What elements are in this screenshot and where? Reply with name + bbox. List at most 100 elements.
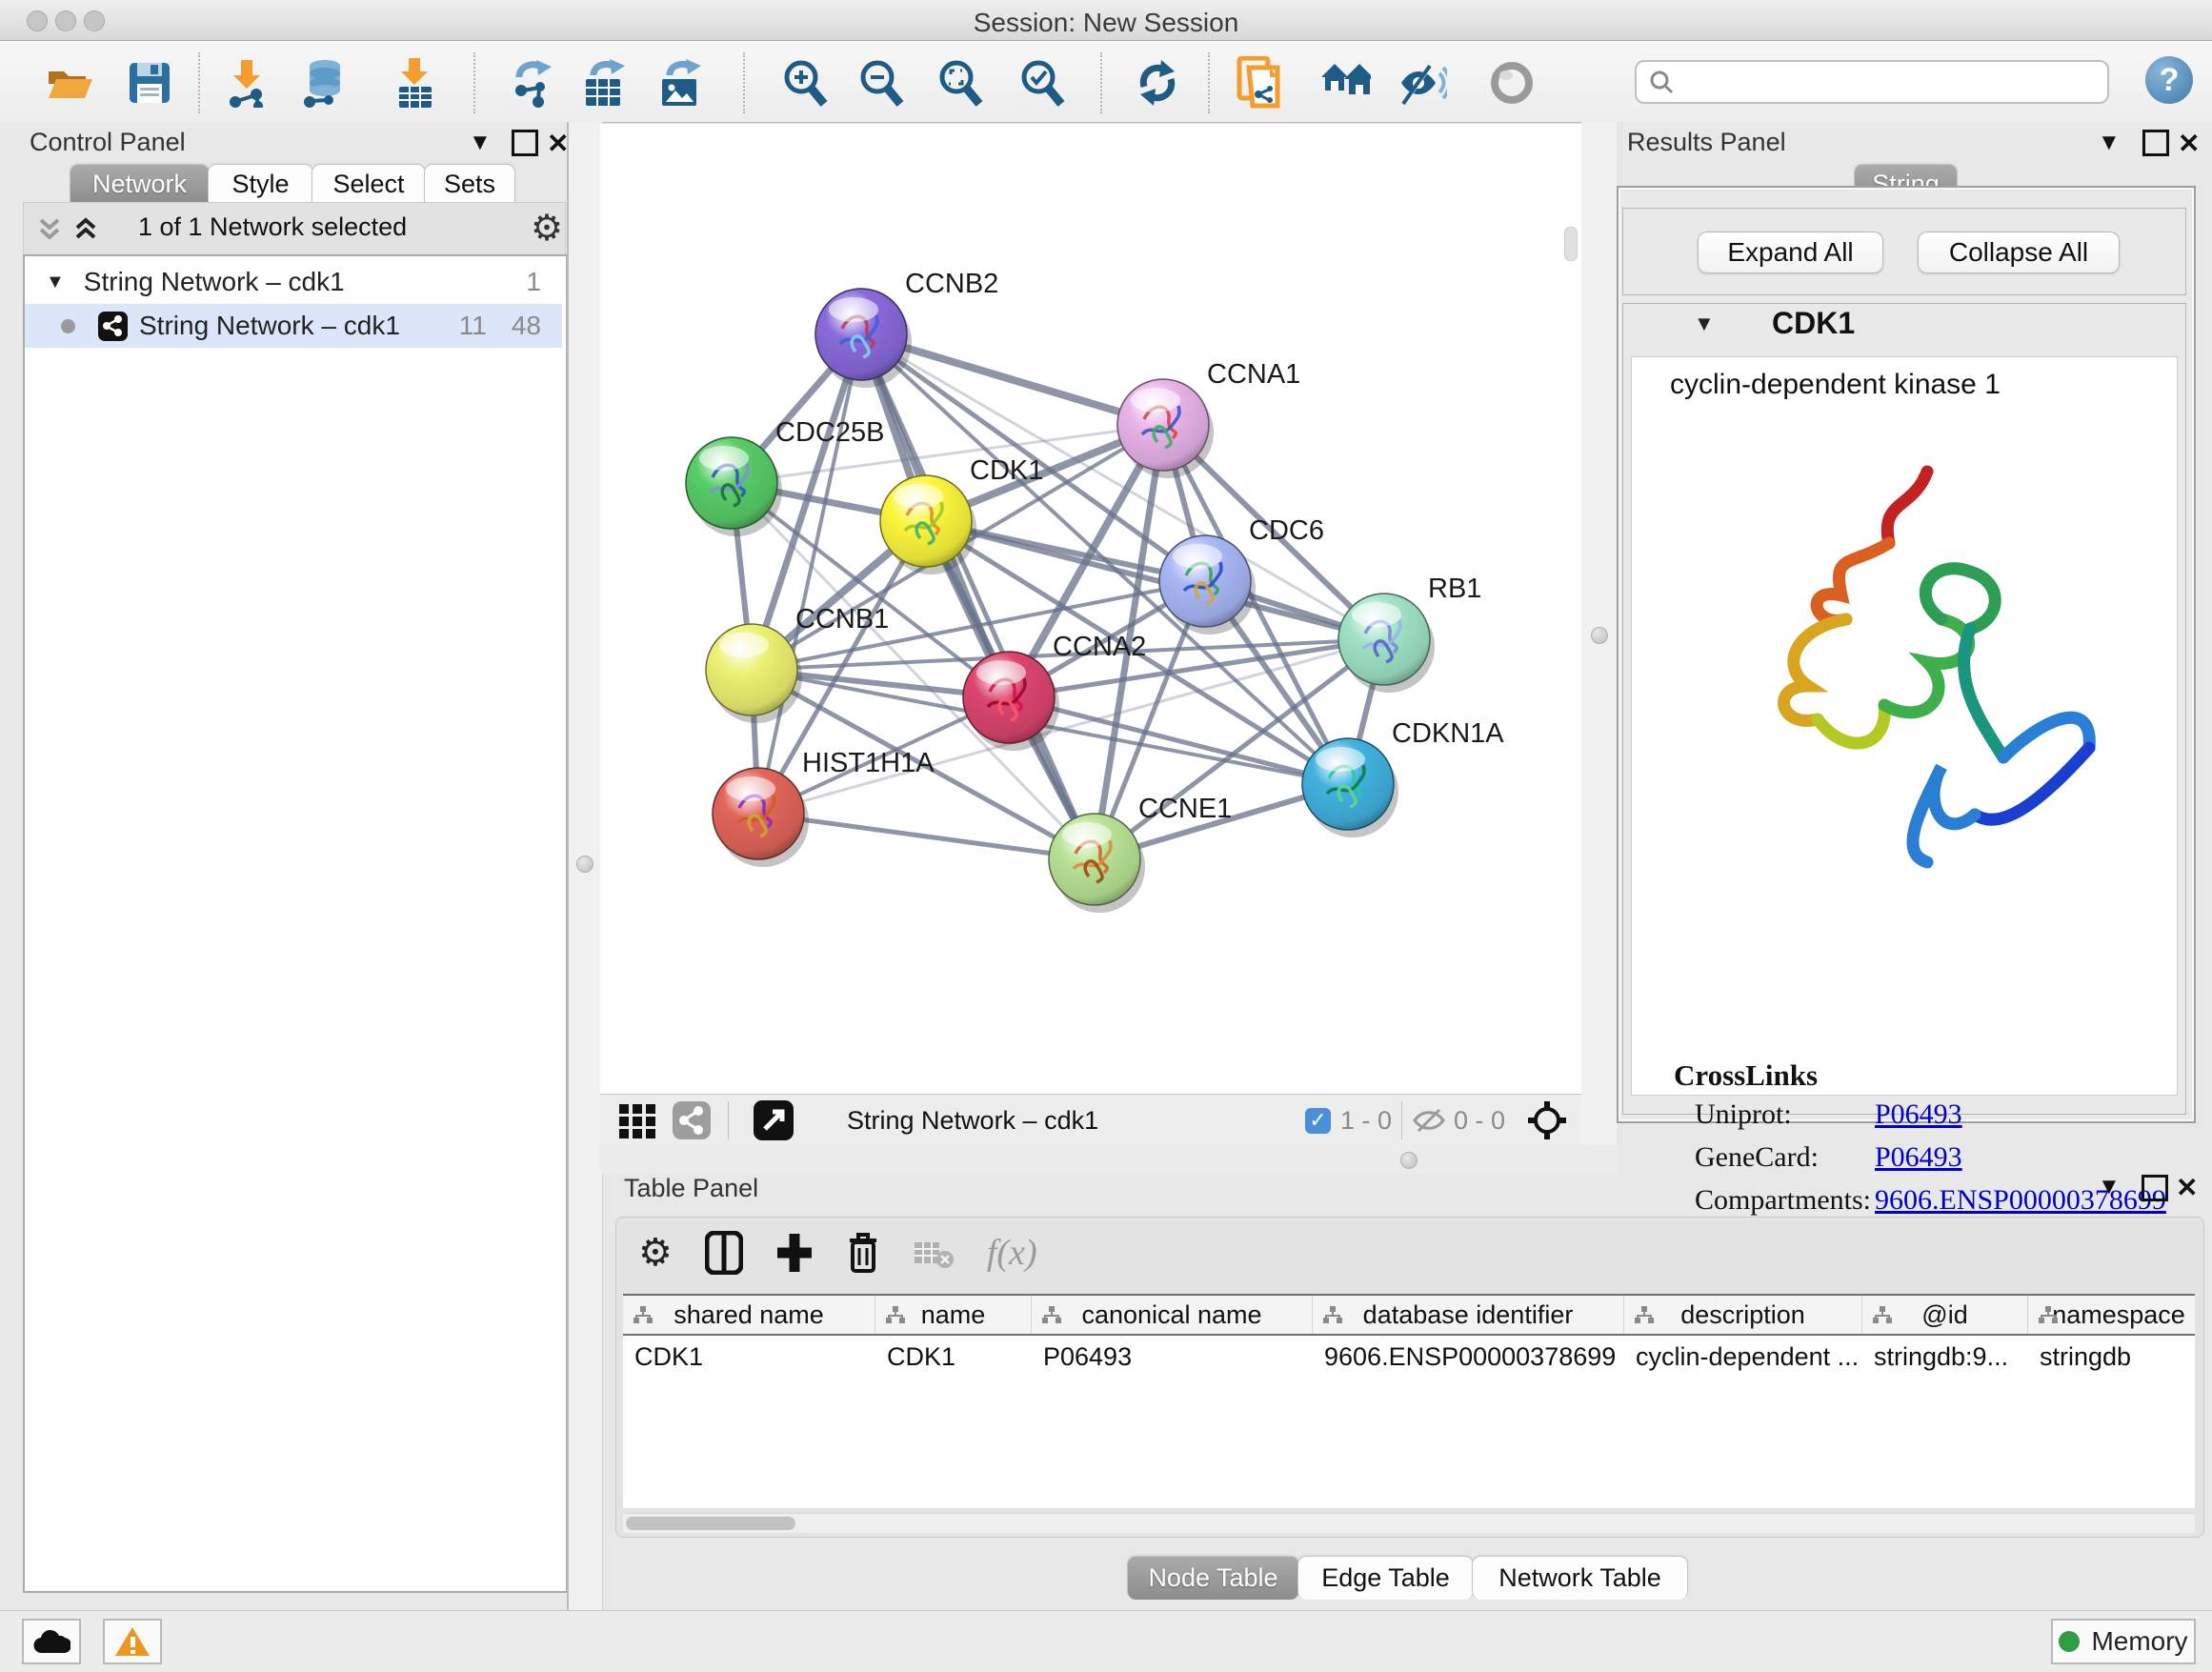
save-session-icon[interactable] bbox=[125, 58, 174, 108]
network-row-selected[interactable]: String Network – cdk1 11 48 bbox=[25, 304, 562, 348]
import-database-icon[interactable] bbox=[299, 58, 349, 108]
zoom-in-icon[interactable] bbox=[780, 58, 830, 108]
collapse-panel-icon[interactable]: ▼ bbox=[2098, 1174, 2121, 1200]
node-table[interactable]: shared namenamecanonical namedatabase id… bbox=[623, 1294, 2195, 1508]
network-node-rb1[interactable]: RB1 bbox=[1338, 574, 1481, 693]
help-icon[interactable]: ? bbox=[2145, 56, 2193, 104]
table-cell[interactable]: cyclin-dependent ... bbox=[1624, 1342, 1862, 1372]
toolbar-separator bbox=[728, 1101, 729, 1139]
table-hscrollbar-thumb[interactable] bbox=[626, 1517, 795, 1530]
hide-unhide-icon[interactable] bbox=[1398, 58, 1447, 108]
zoom-out-icon[interactable] bbox=[856, 58, 906, 108]
table-cell[interactable]: CDK1 bbox=[875, 1342, 1032, 1372]
expand-all-button[interactable]: Expand All bbox=[1698, 232, 1883, 273]
collapse-all-button[interactable]: Collapse All bbox=[1918, 232, 2120, 273]
snapshot-icon[interactable] bbox=[1236, 58, 1285, 108]
close-panel-icon[interactable]: ✕ bbox=[2178, 128, 2200, 159]
search-input[interactable] bbox=[1635, 60, 2109, 104]
memory-button[interactable]: Memory bbox=[2051, 1619, 2196, 1664]
table-cell[interactable]: 9606.ENSP00000378699 bbox=[1313, 1342, 1624, 1372]
control-panel: Control Panel ▼ ✕ Network Style Select S… bbox=[0, 122, 569, 1610]
share-network-icon[interactable] bbox=[673, 1101, 711, 1139]
table-cell[interactable]: stringdb bbox=[2028, 1342, 2195, 1372]
collapse-panel-icon[interactable]: ▼ bbox=[2098, 130, 2121, 156]
selected-checkbox-icon[interactable]: ✓ bbox=[1305, 1108, 1331, 1134]
column-header[interactable]: @id bbox=[1862, 1296, 2028, 1334]
column-header[interactable]: database identifier bbox=[1313, 1296, 1624, 1334]
network-node-cdkn1a[interactable]: CDKN1A bbox=[1302, 718, 1504, 837]
add-column-icon[interactable] bbox=[775, 1232, 814, 1274]
column-header[interactable]: name bbox=[875, 1296, 1032, 1334]
vertical-splitter-left[interactable] bbox=[567, 122, 603, 1610]
crosslink-value-link[interactable]: 9606.ENSP00000378699 bbox=[1875, 1184, 2166, 1217]
gear-icon[interactable]: ⚙ bbox=[531, 207, 563, 250]
float-panel-icon[interactable] bbox=[2142, 1175, 2168, 1201]
expand-all-networks-icon[interactable] bbox=[73, 214, 98, 243]
open-in-window-icon[interactable] bbox=[754, 1100, 794, 1140]
table-hscrollbar[interactable] bbox=[623, 1513, 2195, 1533]
column-header[interactable]: shared name bbox=[623, 1296, 875, 1334]
network-node-ccna1[interactable]: CCNA1 bbox=[1117, 359, 1300, 478]
table-cell[interactable]: CDK1 bbox=[623, 1342, 875, 1372]
tab-network[interactable]: Network bbox=[70, 164, 210, 203]
homes-icon[interactable] bbox=[1321, 58, 1371, 108]
cloud-button[interactable] bbox=[22, 1619, 81, 1664]
refresh-icon[interactable] bbox=[1133, 58, 1182, 108]
network-canvas[interactable]: CCNB2CCNA1CDC25BCDK1CDC6RB1CCNB1CCNA2CDK… bbox=[600, 124, 1581, 1094]
warning-button[interactable] bbox=[103, 1619, 162, 1664]
gear-icon[interactable]: ⚙ bbox=[638, 1231, 673, 1275]
highlight-icon[interactable] bbox=[1487, 58, 1537, 108]
splitter-handle-icon[interactable] bbox=[1400, 1152, 1418, 1169]
crosslink-value-link[interactable]: P06493 bbox=[1875, 1098, 1962, 1131]
function-builder-icon[interactable]: f(x) bbox=[987, 1232, 1037, 1274]
tab-select[interactable]: Select bbox=[312, 164, 426, 203]
import-network-icon[interactable] bbox=[223, 58, 272, 108]
export-table-icon[interactable] bbox=[580, 58, 630, 108]
crosslink-value-link[interactable]: P06493 bbox=[1875, 1141, 1962, 1174]
network-node-cdk1[interactable]: CDK1 bbox=[880, 455, 1043, 574]
delete-column-icon[interactable] bbox=[846, 1231, 880, 1275]
table-row[interactable]: CDK1CDK1P064939606.ENSP00000378699cyclin… bbox=[623, 1336, 2195, 1378]
tab-sets[interactable]: Sets bbox=[424, 164, 515, 203]
export-image-icon[interactable] bbox=[656, 58, 706, 108]
table-cell[interactable]: P06493 bbox=[1032, 1342, 1313, 1372]
column-header[interactable]: description bbox=[1624, 1296, 1862, 1334]
crosslink-label: Uniprot: bbox=[1695, 1098, 1792, 1131]
columns-icon[interactable] bbox=[705, 1231, 743, 1275]
close-panel-icon[interactable]: ✕ bbox=[547, 128, 569, 159]
tab-node-table[interactable]: Node Table bbox=[1127, 1556, 1299, 1600]
tab-network-table[interactable]: Network Table bbox=[1472, 1556, 1688, 1600]
splitter-handle-icon[interactable] bbox=[1591, 627, 1608, 644]
results-panel: Results Panel ▼ ✕ String Expand All Coll… bbox=[1617, 122, 2212, 1174]
float-panel-icon[interactable] bbox=[2142, 130, 2169, 156]
float-panel-icon[interactable] bbox=[512, 130, 538, 156]
table-cell[interactable]: stringdb:9... bbox=[1862, 1342, 2028, 1372]
open-session-icon[interactable] bbox=[45, 58, 94, 108]
birdseye-grid-icon[interactable] bbox=[617, 1100, 657, 1140]
column-header[interactable]: canonical name bbox=[1032, 1296, 1313, 1334]
network-node-ccne1[interactable]: CCNE1 bbox=[1049, 794, 1232, 913]
section-expander-icon[interactable]: ▼ bbox=[1694, 312, 1715, 336]
vertical-splitter-right[interactable] bbox=[1581, 122, 1617, 1174]
network-collection-row[interactable]: ▼ String Network – cdk1 1 bbox=[25, 260, 562, 304]
network-node-hist1h1a[interactable]: HIST1H1A bbox=[713, 748, 935, 867]
tab-style[interactable]: Style bbox=[208, 164, 313, 203]
node-label: CCNE1 bbox=[1138, 794, 1232, 824]
network-edge[interactable] bbox=[758, 334, 861, 814]
collapse-panel-icon[interactable]: ▼ bbox=[469, 130, 492, 156]
delete-table-icon[interactable] bbox=[913, 1237, 955, 1269]
column-header[interactable]: namespace bbox=[2028, 1296, 2195, 1334]
export-network-icon[interactable] bbox=[507, 58, 556, 108]
zoom-fit-icon[interactable] bbox=[935, 58, 985, 108]
close-panel-icon[interactable]: ✕ bbox=[2176, 1172, 2198, 1203]
crosshair-icon[interactable] bbox=[1526, 1099, 1568, 1141]
import-table-icon[interactable] bbox=[391, 58, 440, 108]
canvas-scrollbar-thumb[interactable] bbox=[1564, 227, 1578, 261]
tab-edge-table[interactable]: Edge Table bbox=[1297, 1556, 1474, 1600]
collapse-all-networks-icon[interactable] bbox=[37, 214, 62, 243]
zoom-selected-icon[interactable] bbox=[1017, 58, 1067, 108]
tree-expander-icon[interactable]: ▼ bbox=[46, 272, 65, 293]
splitter-handle-icon[interactable] bbox=[576, 856, 593, 873]
edge-count: 48 bbox=[512, 311, 541, 341]
network-edge[interactable] bbox=[861, 334, 1095, 859]
